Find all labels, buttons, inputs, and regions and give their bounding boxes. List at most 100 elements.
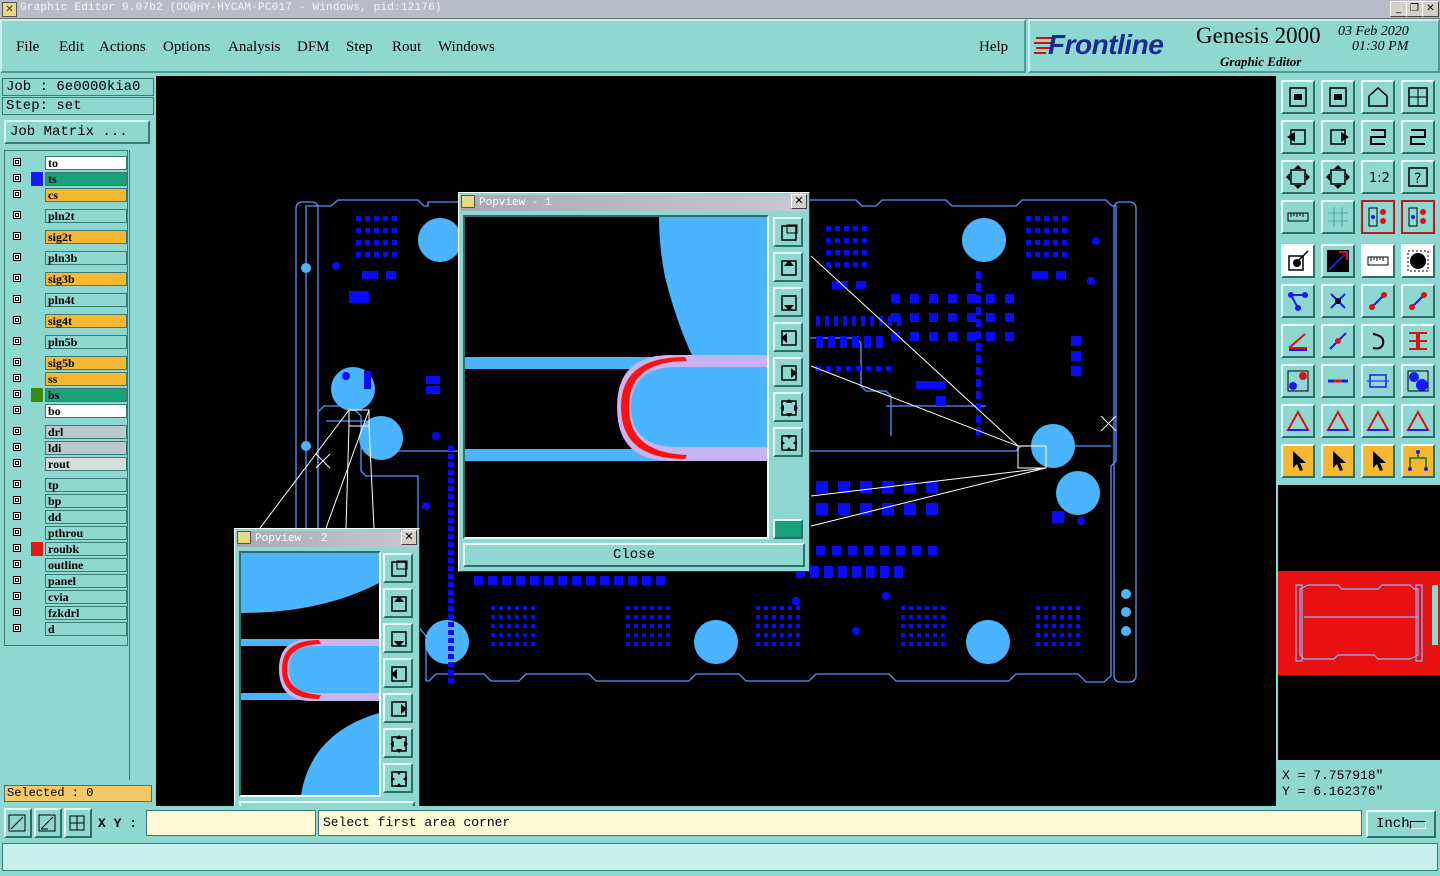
popview-2-move-up-button[interactable] [383,588,413,618]
segment-tool[interactable] [1361,284,1395,318]
select-tool-3[interactable] [1361,444,1395,478]
layer-row-sig3b[interactable]: sig3b [9,272,127,286]
popview-1-canvas[interactable] [463,215,769,539]
close-window-button[interactable]: ✕ [1422,1,1439,17]
layer-checkbox[interactable] [13,295,21,303]
window-tool[interactable] [1401,80,1435,114]
layer-checkbox[interactable] [13,560,21,568]
layer-row-ldi[interactable]: ldi [9,441,127,455]
fit-tool[interactable] [1281,160,1315,194]
menu-dfm[interactable]: DFM [297,39,330,56]
restore-button[interactable]: ❐ [1406,1,1423,17]
select-tool[interactable] [1281,444,1315,478]
menu-rout[interactable]: Rout [392,39,421,56]
layer-row-drl[interactable]: drl [9,425,127,439]
layer-row-pthrou[interactable]: pthrou [9,526,127,540]
step-tool-2[interactable] [1321,80,1355,114]
layer-checkbox[interactable] [13,624,21,632]
minimize-button[interactable]: _ [1390,1,1407,17]
popview-1-move-up-button[interactable] [773,252,803,282]
popview-2-zoom-out-button[interactable] [383,763,413,793]
layer-row-cvia[interactable]: cvia [9,590,127,604]
ruler-tool[interactable] [1281,200,1315,234]
mirror-tool[interactable] [1361,120,1395,154]
arc-tool[interactable] [1361,324,1395,358]
layer-row-d[interactable]: d [9,622,127,636]
menu-windows[interactable]: Windows [438,39,495,56]
resize-tool[interactable] [1361,364,1395,398]
layer-checkbox[interactable] [13,544,21,552]
popview-1-move-left-button[interactable] [773,322,803,352]
add-line-tool[interactable] [1321,244,1355,278]
layer-row-dd[interactable]: dd [9,510,127,524]
layer-checkbox[interactable] [13,274,21,282]
angle-tool[interactable] [1281,324,1315,358]
layer-checkbox[interactable] [13,174,21,182]
shape-tool[interactable] [1401,364,1435,398]
grid-tool[interactable] [64,808,92,838]
layer-row-bo[interactable]: bo [9,404,127,418]
layer-checkbox[interactable] [13,406,21,414]
layer-checkbox[interactable] [13,232,21,240]
popview-2-move-left-button[interactable] [383,658,413,688]
popview-2-move-down-button[interactable] [383,623,413,653]
route-tool[interactable] [1401,284,1435,318]
layer-checkbox[interactable] [13,512,21,520]
layer-row-pln5b[interactable]: pln5b [9,335,127,349]
menu-file[interactable]: File [16,39,39,56]
menu-step[interactable]: Step [346,39,373,56]
popview-1-zoom-out-button[interactable] [773,427,803,457]
layer-row-bs[interactable]: bs [9,388,127,402]
popview-1-move-right-button[interactable] [773,357,803,387]
dash-tool[interactable] [1321,364,1355,398]
split-tool[interactable] [1401,324,1435,358]
layer-row-rout[interactable]: rout [9,457,127,471]
tri-tool-2[interactable] [1321,404,1355,438]
popview-1-fit-button[interactable] [773,217,803,247]
snake-tool[interactable] [1401,120,1435,154]
layers-tool-a[interactable] [1361,200,1395,234]
zoom-area-tool[interactable] [4,808,32,838]
layer-checkbox[interactable] [13,190,21,198]
popview-1-close-button[interactable]: Close [463,543,805,567]
query-tool[interactable]: ? [1401,160,1435,194]
layer-checkbox[interactable] [13,158,21,166]
menu-options[interactable]: Options [163,39,211,56]
popview-2-zoom-in-button[interactable] [383,728,413,758]
cross-tool[interactable] [1321,284,1355,318]
pan-right-tool[interactable] [1321,120,1355,154]
layer-row-to[interactable]: to [9,156,127,170]
net-tool[interactable] [1401,444,1435,478]
layer-row-sig4t[interactable]: sig4t [9,314,127,328]
layer-row-cs[interactable]: cs [9,188,127,202]
scale-tool[interactable]: 1:2 [1361,160,1395,194]
overview-map[interactable] [1278,485,1440,760]
layer-row-roubk[interactable]: roubk [9,542,127,556]
layer-checkbox[interactable] [13,592,21,600]
layer-checkbox[interactable] [13,358,21,366]
popview-2-fit-button[interactable] [383,553,413,583]
popview-1-move-down-button[interactable] [773,287,803,317]
layer-row-bp[interactable]: bp [9,494,127,508]
layer-row-fzkdrl[interactable]: fzkdrl [9,606,127,620]
popview-1-zoom-in-button[interactable] [773,392,803,422]
measure-tool[interactable] [1361,244,1395,278]
layer-checkbox[interactable] [13,459,21,467]
layer-checkbox[interactable] [13,443,21,451]
layer-list-scrollbar[interactable] [129,150,154,780]
tri-tool-1[interactable] [1281,404,1315,438]
layer-checkbox[interactable] [13,211,21,219]
popview-1-close-icon[interactable]: ✕ [791,194,807,209]
layer-row-tp[interactable]: tp [9,478,127,492]
layer-checkbox[interactable] [13,480,21,488]
units-selector[interactable]: Inch [1366,810,1436,838]
menu-edit[interactable]: Edit [59,39,84,56]
menu-actions[interactable]: Actions [99,39,146,56]
menu-analysis[interactable]: Analysis [228,39,281,56]
layers-tool-b[interactable] [1401,200,1435,234]
job-matrix-button[interactable]: Job Matrix ... [4,120,150,144]
pan-left-tool[interactable] [1281,120,1315,154]
select-tool-2[interactable] [1321,444,1355,478]
measure-tool[interactable] [34,808,62,838]
menu-help[interactable]: Help [979,39,1008,56]
